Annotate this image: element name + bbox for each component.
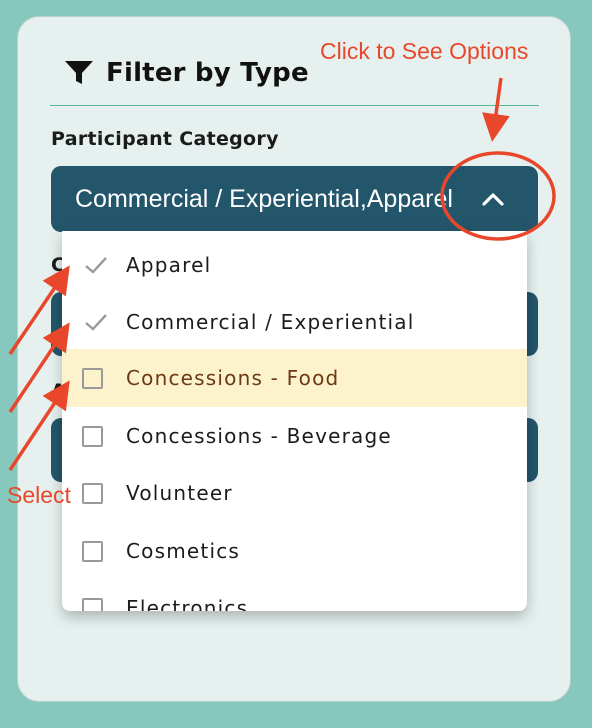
option-electronics[interactable]: Electronics: [62, 579, 527, 611]
page-title: Filter by Type: [106, 58, 309, 88]
option-label: Volunteer: [126, 481, 233, 505]
option-concessions-beverage[interactable]: Concessions - Beverage: [62, 407, 527, 465]
checkbox[interactable]: [82, 482, 103, 504]
option-volunteer[interactable]: Volunteer: [62, 464, 527, 522]
filter-icon: [65, 61, 93, 84]
select-hint-annotation: Select: [7, 482, 71, 508]
option-apparel[interactable]: Apparel: [62, 236, 527, 294]
chevron-up-icon[interactable]: [481, 190, 505, 208]
option-label: Cosmetics: [126, 539, 241, 563]
select-value: Commercial / Experiential,Apparel: [75, 185, 453, 213]
filter-header: Filter by Type: [64, 54, 309, 92]
checkbox[interactable]: [82, 367, 103, 389]
category-dropdown-menu: Apparel Commercial / Experiential Conces…: [62, 231, 527, 611]
divider: [50, 105, 539, 106]
option-label: Concessions - Food: [126, 366, 340, 390]
checkbox[interactable]: [82, 540, 103, 562]
check-icon: [85, 257, 107, 274]
option-label: Electronics: [126, 596, 249, 611]
participant-category-select[interactable]: Commercial / Experiential,Apparel: [51, 166, 538, 232]
option-label: Concessions - Beverage: [126, 424, 392, 448]
checkbox[interactable]: [82, 425, 103, 447]
option-cosmetics[interactable]: Cosmetics: [62, 522, 527, 580]
option-label: Commercial / Experiential: [126, 310, 415, 334]
option-label: Apparel: [126, 253, 212, 277]
options-hint-annotation: Click to See Options: [320, 38, 529, 64]
option-commercial-experiential[interactable]: Commercial / Experiential: [62, 293, 527, 351]
checkbox[interactable]: [82, 597, 103, 611]
option-concessions-food[interactable]: Concessions - Food: [62, 349, 527, 407]
check-icon: [85, 314, 107, 331]
participant-category-label: Participant Category: [51, 128, 279, 150]
